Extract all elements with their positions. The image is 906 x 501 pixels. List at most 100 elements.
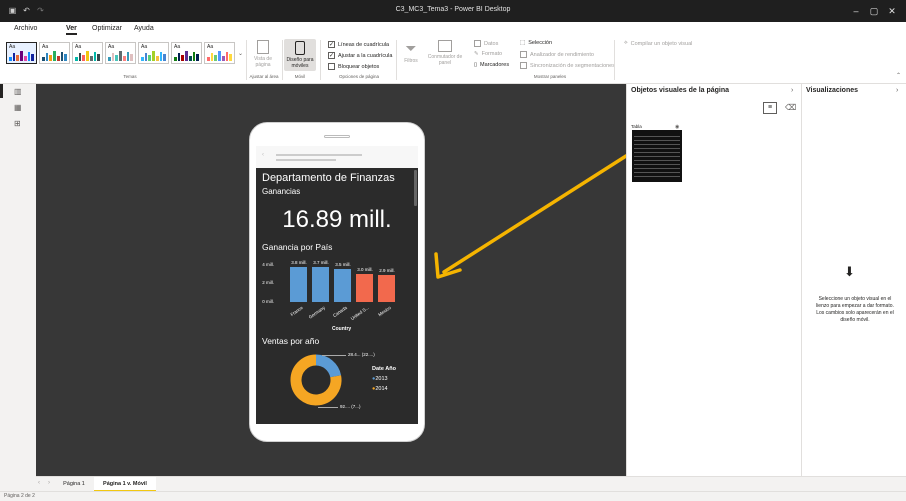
minimize-button[interactable]: – (846, 4, 866, 18)
theme-swatch[interactable]: Aa (171, 42, 202, 64)
ganancias-label: Ganancias (262, 187, 301, 196)
bar-axis-title: Country (332, 326, 352, 332)
format-pane-button[interactable]: ✎ Formato (474, 51, 502, 57)
back-icon: ‹ (262, 152, 264, 158)
pane-switcher-icon (438, 40, 452, 52)
menu-optimizar[interactable]: Optimizar (92, 25, 122, 32)
selection-button[interactable]: ⬚ Selección (520, 40, 552, 46)
data-pane-button[interactable]: Datos (474, 40, 498, 47)
title-bar: ▣ ↶ ↷ C3_MC3_Tema3 - Power BI Desktop – … (0, 0, 906, 22)
page-status: Página 2 de 2 (4, 493, 35, 499)
build-visual-icon: ⟡ (624, 40, 628, 46)
donut-slice-2013[interactable] (315, 354, 342, 378)
selection-icon: ⬚ (520, 40, 526, 46)
donut-label-bottom: 92.... (7...) (340, 404, 361, 409)
collapse-visuals-chevron-icon[interactable]: › (791, 87, 793, 94)
donut-label-top: 28.4... (22....) (348, 352, 375, 357)
build-visual-button[interactable]: ⟡ Compilar un objeto visual (624, 40, 692, 47)
legend-item-2014[interactable]: ●2014 (372, 386, 388, 392)
theme-sample-text: Aa (75, 44, 82, 50)
kpi-value: 16.89 mill. (282, 206, 392, 233)
filter-icon: ⏷ (405, 40, 417, 56)
page-view-button[interactable]: Vista de página (250, 40, 276, 68)
theme-swatch[interactable]: Aa (6, 42, 37, 64)
donut-legend-title: Date Año (372, 366, 396, 372)
fit-group-label: Ajustar al área (249, 74, 279, 79)
theme-sample-text: Aa (42, 44, 49, 50)
status-bar: Página 2 de 2 (0, 491, 906, 501)
menu-ayuda[interactable]: Ayuda (134, 25, 154, 32)
show-panes-label: Mostrar paneles (533, 74, 567, 79)
collapse-ribbon-icon[interactable]: ⌃ (896, 72, 901, 79)
donut-chart[interactable] (286, 350, 346, 410)
model-view-icon[interactable]: ⊞ (14, 120, 23, 128)
theme-sample-text: Aa (207, 44, 214, 50)
table-visual-label: Tabla (631, 124, 642, 129)
themes-group-label: Temas (123, 74, 137, 79)
performance-analyzer-button[interactable]: Analizador de rendimiento (520, 51, 594, 58)
window-title: C3_MC3_Tema3 - Power BI Desktop (395, 6, 511, 13)
data-icon (474, 40, 481, 47)
format-icon: ✎ (474, 51, 479, 57)
theme-sample-text: Aa (174, 44, 181, 50)
bar-data-label: 3.5 mill. (335, 262, 351, 268)
report-view-icon[interactable]: ▥ (14, 88, 23, 96)
mobile-screen[interactable]: ‹ Departamento de Finanzas Ganancias 16.… (256, 146, 418, 424)
y-tick-label: 2 mill. (262, 280, 274, 286)
sliders-icon: ≡ (767, 104, 773, 111)
page-view-icon (257, 40, 269, 54)
next-page-icon[interactable]: › (48, 480, 50, 486)
phone-speaker (324, 135, 350, 138)
legend-item-2013[interactable]: ●2013 (372, 376, 388, 382)
maximize-button[interactable]: ▢ (864, 4, 884, 18)
tab-pagina-1[interactable]: Página 1 (56, 477, 92, 492)
themes-more-icon[interactable]: ⌄ (238, 50, 243, 57)
mobile-layout-button[interactable]: Diseño para móviles (284, 39, 316, 71)
menu-bar: Archivo Ver Optimizar Ayuda (0, 22, 906, 36)
theme-sample-text: Aa (141, 44, 148, 50)
sync-slicers-button[interactable]: Sincronización de segmentaciones (520, 62, 615, 69)
bookmark-icon: ▯ (474, 62, 478, 68)
bar-france[interactable] (290, 266, 307, 302)
tab-pagina-1-movil[interactable]: Página 1 v. Móvil (94, 477, 156, 492)
theme-swatch[interactable]: Aa (105, 42, 136, 64)
bar-data-label: 3.7 mill. (313, 260, 329, 266)
mobile-scrollbar[interactable] (414, 170, 417, 206)
page-visuals-title: Objetos visuales de la página (631, 87, 730, 94)
close-button[interactable]: ✕ (882, 4, 902, 18)
filter-visuals-button[interactable]: ≡ (763, 102, 777, 114)
table-view-icon[interactable]: ▦ (14, 104, 23, 112)
theme-swatch[interactable]: Aa (138, 42, 169, 64)
x-category-label: Germany (307, 305, 326, 320)
pane-switcher-button[interactable]: Conmutador de panel (424, 40, 466, 66)
theme-swatch[interactable]: Aa (72, 42, 103, 64)
table-visual-thumbnail[interactable] (632, 130, 682, 182)
visualizations-pane: Visualizaciones › ⬇ Seleccione un objeto… (801, 84, 906, 476)
bookmarks-button[interactable]: ▯ Marcadores (474, 62, 509, 68)
theme-swatch[interactable]: Aa (39, 42, 70, 64)
prev-page-icon[interactable]: ‹ (38, 480, 40, 486)
bar-uniteds[interactable] (356, 274, 373, 302)
bar-data-label: 3.8 mill. (291, 259, 307, 265)
mobile-group-label: Móvil (294, 74, 306, 79)
snap-grid-checkbox[interactable]: ✓ Ajustar a la cuadrícula (328, 52, 392, 59)
menu-archivo[interactable]: Archivo (14, 25, 37, 32)
menu-ver[interactable]: Ver (66, 25, 77, 35)
collapse-visualizations-chevron-icon[interactable]: › (896, 87, 898, 94)
annotation-arrow (434, 154, 628, 279)
visualizations-hint: Seleccione un objeto visual en el lienzo… (816, 296, 894, 323)
theme-swatch[interactable]: Aa (204, 42, 235, 64)
lock-objects-checkbox[interactable]: Bloquear objetos (328, 63, 379, 70)
mobile-title: Departamento de Finanzas (262, 172, 395, 184)
donut-chart-title: Ventas por año (262, 336, 320, 346)
bar-canada[interactable] (334, 269, 351, 302)
ribbon: Aa Aa Aa Aa Aa Aa Aa ⌄ Temas Vista de página A… (0, 36, 906, 84)
eraser-icon[interactable]: ⌫ (785, 103, 796, 112)
page-tabs: ‹ › Página 1 Página 1 v. Móvil (36, 476, 906, 492)
gridlines-checkbox[interactable]: ✓ Líneas de cuadrícula (328, 41, 389, 48)
bar-mexico[interactable] (378, 274, 395, 302)
theme-sample-text: Aa (108, 44, 115, 50)
bar-germany[interactable] (312, 267, 329, 302)
filters-button[interactable]: ⏷ Filtros (400, 40, 422, 64)
mobile-top-strip: ‹ (256, 146, 418, 168)
